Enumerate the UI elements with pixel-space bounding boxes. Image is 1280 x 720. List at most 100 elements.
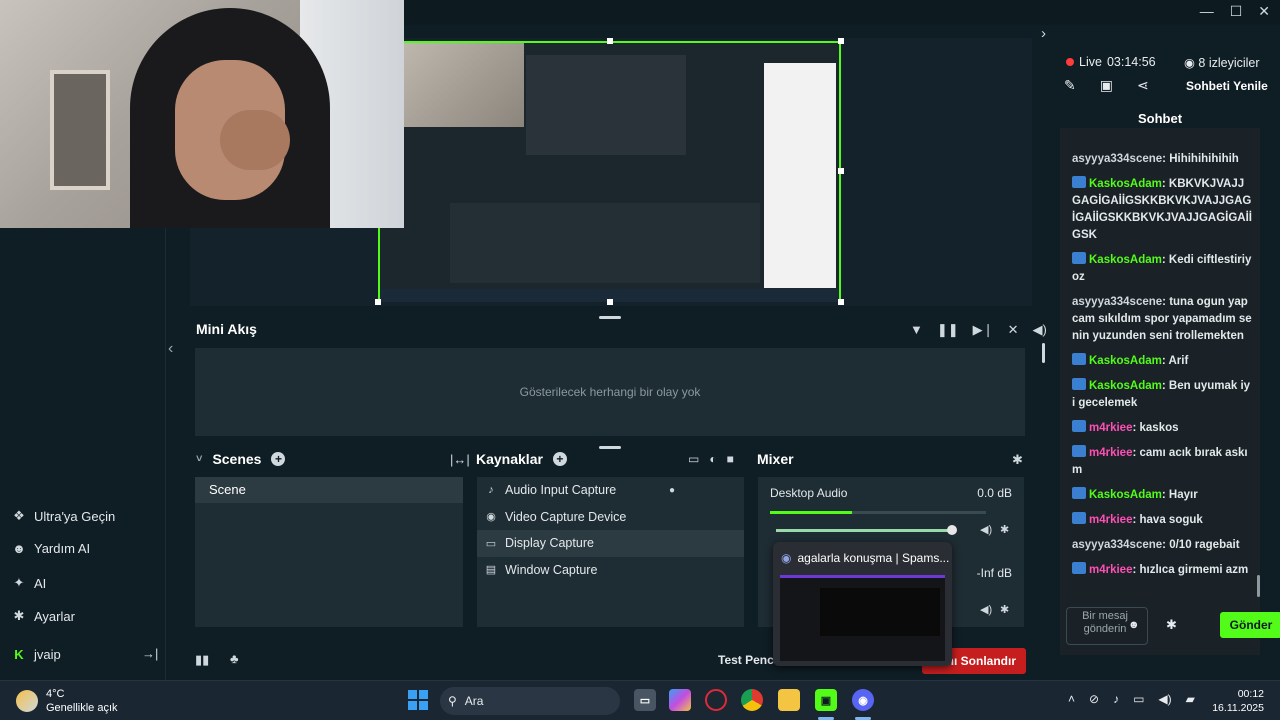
opera-icon[interactable] (705, 689, 727, 711)
sidebar-item-help-ai[interactable]: ☻ Yardım AI (12, 541, 90, 556)
stats-icon[interactable]: ▮▮ (195, 652, 209, 668)
chat-username[interactable]: m4rkiee (1089, 564, 1132, 576)
add-scene-button[interactable]: + (271, 452, 286, 466)
mini-feed-title: Mini Akış (196, 321, 257, 337)
pencil-icon[interactable]: ✎ (1064, 77, 1076, 94)
refresh-chat-button[interactable]: Sohbeti Yenile (1186, 79, 1268, 93)
mixer-channel-db: -Inf dB (976, 566, 1012, 580)
chat-settings-icon[interactable]: ✱ (1166, 617, 1177, 633)
screen-share-icon[interactable]: ▭ (688, 452, 699, 466)
task-view-icon[interactable]: ▭ (634, 689, 656, 711)
live-timer: 03:14:56 (1106, 55, 1156, 69)
taskbar-search[interactable]: ⚲ Ara (440, 687, 620, 715)
chevron-left-icon[interactable]: ‹ (168, 340, 173, 358)
chevron-down-icon[interactable]: ˅ (196, 453, 202, 465)
user-badge-icon (1072, 252, 1086, 264)
scrollbar[interactable] (1042, 343, 1045, 363)
chat-username[interactable]: asyyya334scene (1072, 539, 1162, 551)
speaker-icon[interactable]: ◀) (980, 603, 992, 616)
taskbar-window-preview[interactable]: ◉ agalarla konuşma | Spams... (773, 542, 952, 666)
sidebar-item-ultra[interactable]: ❖ Ultra'ya Geçin (12, 508, 115, 524)
chat-scrollbar[interactable] (1257, 575, 1260, 597)
test-stream-button[interactable]: Test Pence (718, 653, 780, 667)
resize-handle[interactable] (375, 299, 381, 305)
resize-handle[interactable] (607, 299, 613, 305)
skip-icon[interactable]: ▶❘ (973, 322, 994, 338)
resize-handle[interactable] (838, 168, 844, 174)
system-tray: ˄ ⊘ ♪ ▭ ◀) ▰ (1068, 692, 1195, 706)
source-item[interactable]: ♪ Audio Input Capture ● (477, 477, 744, 504)
share-icon[interactable]: ⋖ (1137, 77, 1149, 94)
chrome-icon[interactable] (741, 689, 763, 711)
lock-icon[interactable]: ● (669, 485, 675, 496)
chat-username[interactable]: KaskosAdam (1089, 254, 1162, 266)
chat-message: m4rkiee: hızlıca girmemi azm (1072, 562, 1252, 579)
location-icon[interactable]: ⊘ (1089, 692, 1099, 706)
network-icon[interactable]: ▭ (1133, 692, 1144, 706)
pause-icon[interactable]: ❚❚ (937, 322, 959, 338)
volume-slider[interactable] (776, 525, 958, 535)
copilot-icon[interactable] (669, 689, 691, 711)
preview-resize-grip[interactable] (599, 316, 621, 319)
transition-icon[interactable]: |↔| (450, 452, 470, 467)
chat-message-text: Hayır (1168, 489, 1198, 501)
clock[interactable]: 00:12 16.11.2025 (1210, 687, 1264, 715)
chevron-up-icon[interactable]: ˄ (1068, 692, 1075, 706)
kick-logo-icon: K (14, 647, 24, 662)
folder-icon[interactable]: ■ (727, 452, 734, 466)
scene-item[interactable]: Scene (195, 477, 463, 503)
mixer-settings-icon[interactable]: ✱ (1012, 452, 1023, 468)
source-item-selected[interactable]: ▭ Display Capture (477, 530, 744, 557)
sidebar-item-ai[interactable]: ✦ AI (12, 575, 47, 591)
resize-handle[interactable] (838, 38, 844, 44)
resize-handle[interactable] (607, 38, 613, 44)
emoji-icon[interactable]: ☻ (1128, 619, 1140, 631)
discord-icon[interactable]: ◉ (852, 689, 874, 711)
discord-icon: ◉ (781, 551, 792, 565)
maximize-button[interactable]: ☐ (1230, 3, 1243, 20)
clip-icon[interactable]: ▣ (1100, 77, 1113, 94)
sidebar-item-settings[interactable]: ✱ Ayarlar (12, 608, 75, 624)
dock-resize-grip[interactable] (599, 446, 621, 449)
chat-username[interactable]: KaskosAdam (1089, 489, 1162, 501)
camera-off-icon[interactable]: ◐ (709, 452, 716, 466)
chat-message: KaskosAdam: Arif (1072, 353, 1252, 370)
gear-icon[interactable]: ✱ (1000, 603, 1009, 616)
volume-icon[interactable]: ◀) (1032, 322, 1046, 338)
logout-icon[interactable]: →| (142, 646, 158, 661)
chat-message: m4rkiee: hava soguk (1072, 512, 1252, 529)
preview-canvas-source[interactable] (378, 41, 841, 302)
send-button[interactable]: Gönder (1220, 612, 1280, 638)
speaker-icon[interactable]: ◀) (980, 523, 992, 536)
source-item[interactable]: ◉ Video Capture Device (477, 504, 744, 531)
streaming-app-icon[interactable]: ▣ (815, 689, 837, 711)
file-explorer-icon[interactable] (778, 689, 800, 711)
chat-username[interactable]: KaskosAdam (1089, 178, 1162, 190)
battery-icon[interactable]: ▰ (1186, 692, 1195, 706)
weather-widget[interactable]: 4°C Genellikle açık (16, 687, 118, 715)
gear-icon[interactable]: ✱ (1000, 523, 1009, 536)
resize-handle[interactable] (838, 299, 844, 305)
mute-alerts-icon[interactable]: ✕ (1008, 322, 1019, 338)
viewer-count-text: 8 izleyiciler (1198, 56, 1260, 70)
search-label: Ara (464, 694, 484, 708)
start-button[interactable] (408, 690, 428, 710)
chat-username[interactable]: m4rkiee (1089, 422, 1132, 434)
source-item[interactable]: ▤ Window Capture (477, 557, 744, 584)
close-button[interactable]: ✕ (1258, 3, 1270, 20)
chat-username[interactable]: KaskosAdam (1089, 355, 1162, 367)
chat-username[interactable]: KaskosAdam (1089, 380, 1162, 392)
chat-username[interactable]: m4rkiee (1089, 514, 1132, 526)
add-source-button[interactable]: + (552, 452, 567, 466)
chat-username[interactable]: m4rkiee (1089, 447, 1132, 459)
microphone-icon[interactable]: ♪ (1113, 692, 1119, 706)
sidebar-item-account[interactable]: K jvaip (12, 647, 60, 662)
bell-icon[interactable]: ♣ (230, 651, 239, 666)
volume-slider-knob[interactable] (947, 525, 958, 535)
chevron-right-icon[interactable]: › (1041, 25, 1046, 42)
chat-username[interactable]: asyyya334scene (1072, 296, 1162, 308)
minimize-button[interactable]: — (1200, 3, 1214, 20)
filter-icon[interactable]: ▼ (910, 322, 923, 338)
chat-username[interactable]: asyyya334scene (1072, 153, 1162, 165)
volume-icon[interactable]: ◀) (1158, 692, 1171, 706)
